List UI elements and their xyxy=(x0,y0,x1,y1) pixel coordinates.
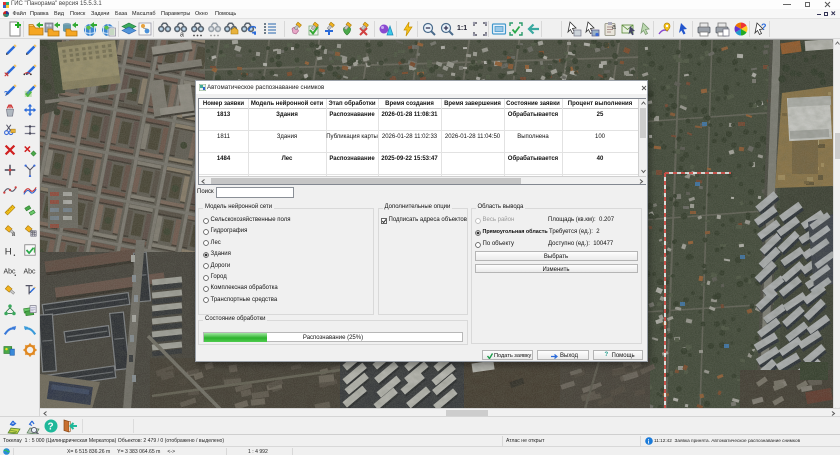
svg-text:a: a xyxy=(180,32,184,38)
svg-text:a: a xyxy=(12,231,16,237)
svg-text:Abc: Abc xyxy=(23,269,36,276)
svg-text:?: ? xyxy=(4,91,8,97)
svg-text:?: ? xyxy=(48,422,54,433)
svg-text:Abc: Abc xyxy=(3,269,16,276)
svg-text:?: ? xyxy=(761,22,767,32)
svg-text:a: a xyxy=(612,24,616,31)
svg-text:H: H xyxy=(5,246,12,257)
